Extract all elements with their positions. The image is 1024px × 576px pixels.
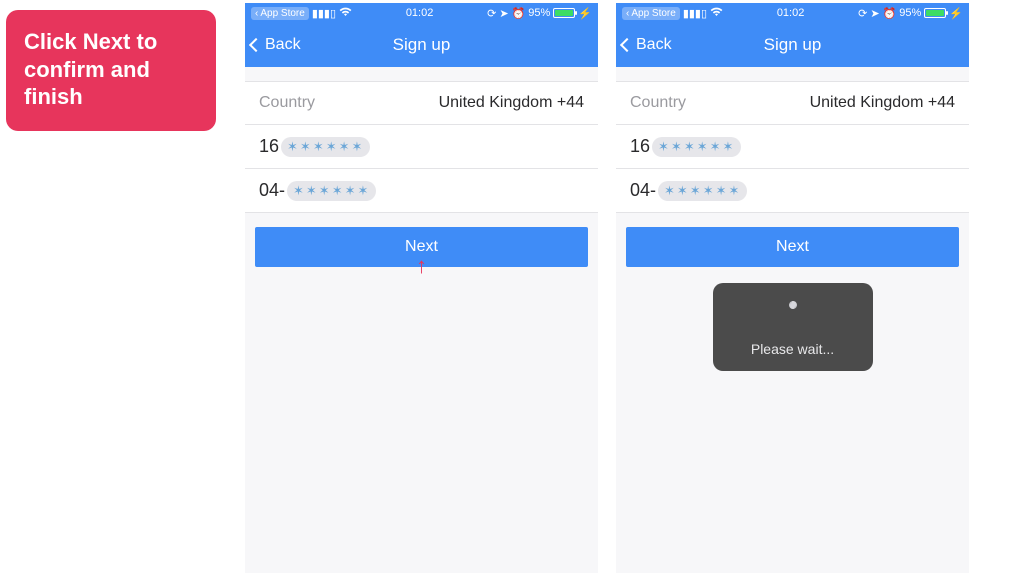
password-row[interactable]: 04- ✶✶✶✶✶✶ (245, 169, 598, 213)
charging-icon: ⚡ (578, 7, 592, 20)
breadcrumb-label: App Store (260, 8, 304, 19)
alarm-icon: ⏰ (512, 7, 526, 20)
back-label: Back (265, 36, 301, 54)
next-label: Next (776, 238, 809, 256)
orientation-lock-icon: ⟳ (487, 7, 496, 20)
country-value: United Kingdom +44 (439, 94, 584, 112)
charging-icon: ⚡ (949, 7, 963, 20)
status-time: 01:02 (406, 7, 434, 19)
country-label: Country (630, 94, 686, 112)
instruction-text: Click Next to confirm and finish (24, 29, 157, 109)
pointer-arrow-icon: ↑ (416, 253, 427, 279)
phone-prefix: 16 (630, 136, 650, 157)
redacted-phone: ✶✶✶✶✶✶ (652, 137, 741, 157)
redacted-phone: ✶✶✶✶✶✶ (281, 137, 370, 157)
breadcrumb-appstore[interactable]: ‹ App Store (251, 7, 309, 20)
back-label: Back (636, 36, 672, 54)
status-left-cluster: ‹ App Store ▮▮▮▯ (622, 7, 723, 20)
back-button[interactable]: Back (622, 23, 672, 67)
cell-signal-icon: ▮▮▮▯ (683, 7, 707, 20)
cell-signal-icon: ▮▮▮▯ (312, 7, 336, 20)
redacted-password: ✶✶✶✶✶✶ (287, 181, 376, 201)
chevron-left-icon: ‹ (626, 8, 629, 19)
breadcrumb-label: App Store (631, 8, 675, 19)
alarm-icon: ⏰ (883, 7, 897, 20)
battery-percent: 95% (899, 7, 921, 19)
phone-prefix: 16 (259, 136, 279, 157)
password-prefix: 04- (630, 180, 656, 201)
country-row[interactable]: Country United Kingdom +44 (245, 81, 598, 125)
status-bar: ‹ App Store ▮▮▮▯ 01:02 ⟳ ➤ ⏰ 95% ⚡ (616, 3, 969, 23)
loading-toast: Please wait... (713, 283, 873, 371)
phone-field[interactable]: 16 ✶✶✶✶✶✶ (259, 136, 370, 157)
next-button[interactable]: Next (626, 227, 959, 267)
country-label: Country (259, 94, 315, 112)
spinner-icon (779, 301, 807, 329)
chevron-left-icon: ‹ (255, 8, 258, 19)
password-field[interactable]: 04- ✶✶✶✶✶✶ (630, 180, 747, 201)
battery-icon (924, 8, 946, 18)
wifi-icon (710, 7, 723, 20)
country-row[interactable]: Country United Kingdom +44 (616, 81, 969, 125)
back-button[interactable]: Back (251, 23, 301, 67)
password-field[interactable]: 04- ✶✶✶✶✶✶ (259, 180, 376, 201)
breadcrumb-appstore[interactable]: ‹ App Store (622, 7, 680, 20)
status-bar: ‹ App Store ▮▮▮▯ 01:02 ⟳ ➤ ⏰ 95% ⚡ (245, 3, 598, 23)
instruction-callout: Click Next to confirm and finish (6, 10, 216, 131)
password-prefix: 04- (259, 180, 285, 201)
wifi-icon (339, 7, 352, 20)
status-right-cluster: ⟳ ➤ ⏰ 95% ⚡ (487, 7, 592, 20)
phone-screenshot-right: ‹ App Store ▮▮▮▯ 01:02 ⟳ ➤ ⏰ 95% ⚡ Back … (616, 3, 969, 573)
location-icon: ➤ (870, 7, 879, 20)
chevron-left-icon (620, 38, 634, 52)
phone-screenshot-left: ‹ App Store ▮▮▮▯ 01:02 ⟳ ➤ ⏰ 95% ⚡ Back … (245, 3, 598, 573)
nav-header: Back Sign up (616, 23, 969, 67)
phone-row[interactable]: 16 ✶✶✶✶✶✶ (245, 125, 598, 169)
battery-icon (553, 8, 575, 18)
nav-header: Back Sign up (245, 23, 598, 67)
page-title: Sign up (764, 35, 822, 55)
toast-text: Please wait... (751, 341, 834, 357)
page-title: Sign up (393, 35, 451, 55)
battery-percent: 95% (528, 7, 550, 19)
status-time: 01:02 (777, 7, 805, 19)
chevron-left-icon (249, 38, 263, 52)
redacted-password: ✶✶✶✶✶✶ (658, 181, 747, 201)
orientation-lock-icon: ⟳ (858, 7, 867, 20)
phone-field[interactable]: 16 ✶✶✶✶✶✶ (630, 136, 741, 157)
phone-row[interactable]: 16 ✶✶✶✶✶✶ (616, 125, 969, 169)
country-value: United Kingdom +44 (810, 94, 955, 112)
status-left-cluster: ‹ App Store ▮▮▮▯ (251, 7, 352, 20)
password-row[interactable]: 04- ✶✶✶✶✶✶ (616, 169, 969, 213)
location-icon: ➤ (499, 7, 508, 20)
status-right-cluster: ⟳ ➤ ⏰ 95% ⚡ (858, 7, 963, 20)
